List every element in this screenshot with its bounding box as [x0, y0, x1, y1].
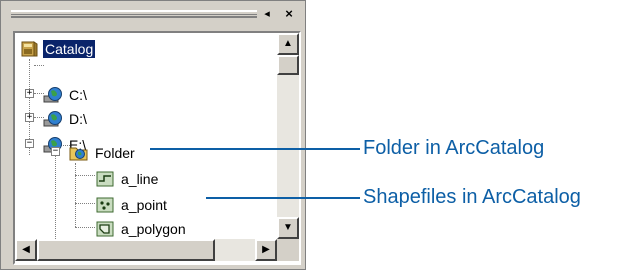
tree-line: [75, 175, 95, 176]
tree-line: [75, 203, 95, 204]
tree-node-label: a_polygon: [121, 221, 186, 238]
shapefiles-callout-line: [206, 197, 360, 199]
collapse-toggle[interactable]: −: [25, 139, 34, 148]
tree-line: [34, 65, 44, 66]
close-icon[interactable]: ×: [281, 5, 297, 23]
expand-toggle[interactable]: +: [25, 113, 34, 122]
collapse-arrow-icon[interactable]: ◂: [259, 5, 275, 23]
scroll-down-button[interactable]: ▼: [277, 217, 299, 239]
tree-node-label: Folder: [95, 145, 135, 162]
tree-line: [55, 151, 56, 239]
horizontal-scroll-thumb[interactable]: [37, 239, 215, 261]
catalog-icon: [19, 40, 39, 58]
point-shapefile-icon: [95, 196, 115, 214]
folder-icon: [69, 144, 89, 162]
tree-node-drive-d[interactable]: D:\: [43, 107, 89, 129]
tree-node-drive-c[interactable]: C:\: [43, 83, 89, 105]
tree-line: [75, 163, 76, 227]
tree-view[interactable]: Catalog + C:\ + D:\ − E:\ − Folder a_lin…: [15, 33, 277, 239]
tree-line: [75, 227, 95, 228]
expand-toggle[interactable]: +: [25, 89, 34, 98]
tree-node-catalog[interactable]: Catalog: [19, 37, 96, 59]
drive-globe-icon: [43, 86, 63, 104]
shapefiles-callout-text: Shapefiles in ArcCatalog: [363, 186, 581, 208]
vertical-scroll-thumb[interactable]: [277, 55, 299, 75]
drive-globe-icon: [43, 110, 63, 128]
tree-node-shapefile-point[interactable]: a_point: [95, 193, 169, 215]
vertical-scrollbar[interactable]: ▲ ▼: [277, 33, 299, 239]
scroll-up-button[interactable]: ▲: [277, 33, 299, 55]
tree-node-label: Catalog: [43, 40, 96, 59]
collapse-toggle[interactable]: −: [51, 147, 60, 156]
tree-node-shapefile-line[interactable]: a_line: [95, 167, 160, 189]
tree-node-folder[interactable]: Folder: [69, 141, 137, 163]
tree-node-label: C:\: [69, 87, 87, 104]
scroll-right-button[interactable]: ▶: [255, 239, 277, 261]
scroll-corner: [277, 239, 299, 261]
line-shapefile-icon: [95, 170, 115, 188]
tree-node-shapefile-polygon[interactable]: a_polygon: [95, 217, 188, 239]
catalog-tree-window: ◂ × Catalog + C:\ + D:\ − E:\ − Folder a…: [0, 0, 306, 270]
dock-titlebar[interactable]: ◂ ×: [7, 5, 297, 23]
folder-callout-text: Folder in ArcCatalog: [363, 137, 545, 159]
polygon-shapefile-icon: [95, 220, 115, 238]
folder-callout-line: [150, 148, 360, 150]
tree-node-label: D:\: [69, 111, 87, 128]
drag-grip[interactable]: [11, 10, 257, 18]
horizontal-scrollbar[interactable]: ◀ ▶: [15, 239, 277, 261]
tree-node-label: a_point: [121, 197, 167, 214]
tree-node-label: a_line: [121, 171, 159, 188]
scroll-left-button[interactable]: ◀: [15, 239, 37, 261]
